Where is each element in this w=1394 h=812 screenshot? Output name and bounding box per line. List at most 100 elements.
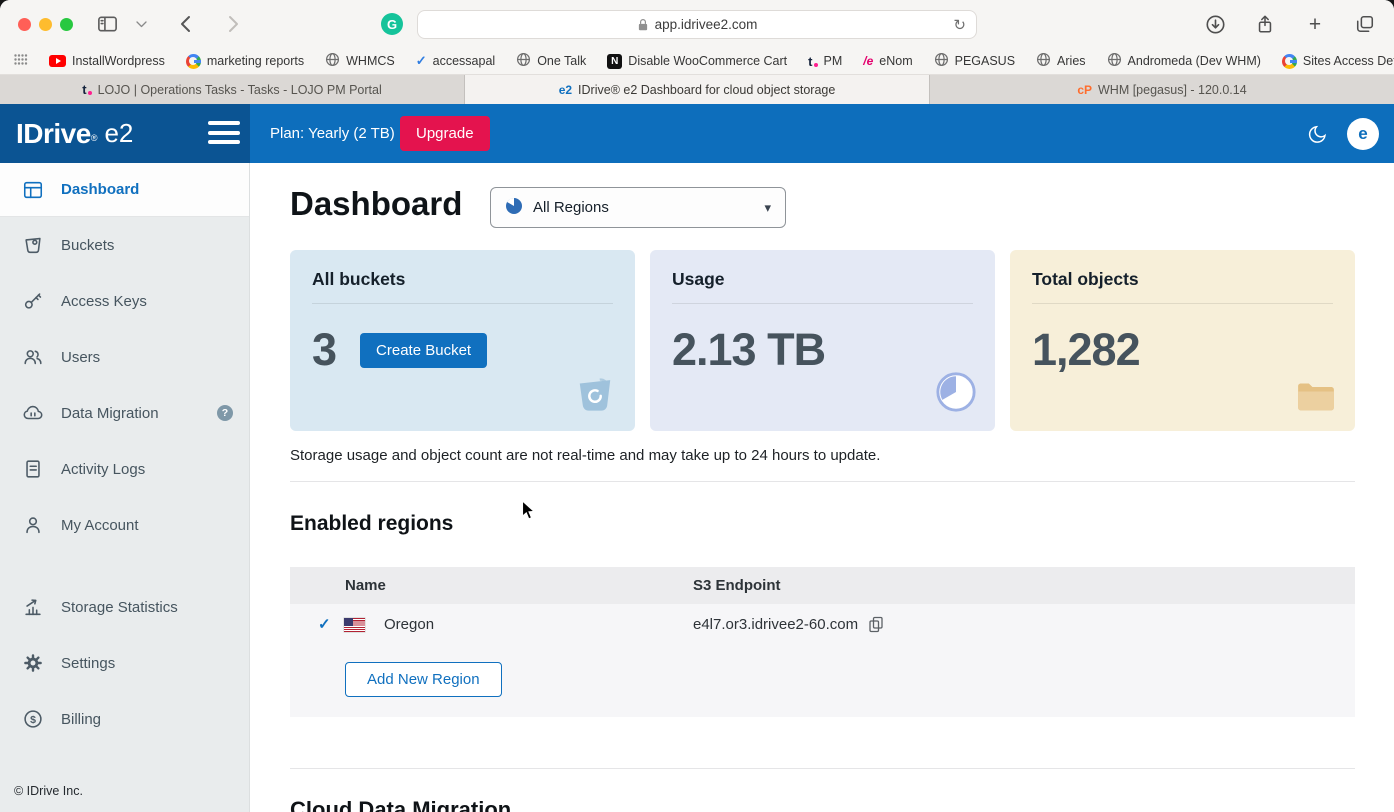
us-flag-icon (344, 618, 365, 632)
bookmark-item[interactable]: Andromeda (Dev WHM) (1107, 52, 1261, 70)
column-name: Name (290, 577, 693, 594)
google-icon (186, 54, 201, 69)
bookmark-item[interactable]: ✓ accessapal (416, 53, 495, 69)
pie-chart-icon (935, 371, 977, 418)
sidebar-item-settings[interactable]: Settings (0, 635, 249, 691)
add-new-region-button[interactable]: Add New Region (345, 662, 502, 697)
globe-icon (1107, 52, 1122, 70)
copy-icon[interactable] (868, 616, 884, 633)
account-avatar[interactable]: e (1347, 118, 1379, 150)
svg-text:$: $ (30, 714, 36, 726)
chevron-down-icon[interactable] (134, 11, 148, 37)
globe-icon (325, 52, 340, 70)
region-globe-icon (505, 197, 523, 219)
gear-icon (21, 652, 45, 674)
bookmark-item[interactable]: WHMCS (325, 52, 395, 70)
apps-grid-icon[interactable] (14, 54, 28, 68)
region-selector-value: All Regions (533, 199, 609, 216)
back-icon[interactable] (172, 11, 198, 37)
person-icon (21, 514, 45, 536)
tab-whm-pegasus[interactable]: cP WHM [pegasus] - 120.0.14 (930, 75, 1394, 104)
bookmarks-bar: InstallWordpress marketing reports WHMCS… (0, 48, 1394, 75)
cpanel-icon: cP (1077, 83, 1092, 97)
app-header: IDrive®e2 Plan: Yearly (2 TB) Upgrade e (0, 104, 1394, 163)
new-tab-icon[interactable]: + (1302, 11, 1328, 37)
cloud-icon (21, 402, 45, 424)
table-row: ✓ Oregon e4l7.or3.idrivee2-60.com (290, 604, 1355, 648)
sidebar-item-users[interactable]: Users (0, 329, 249, 385)
url-text: app.idrivee2.com (655, 17, 758, 32)
sidebar-item-dashboard[interactable]: Dashboard (0, 163, 249, 217)
dark-mode-icon[interactable] (1304, 121, 1330, 147)
address-bar[interactable]: app.idrivee2.com ↻ (417, 10, 977, 39)
users-icon (21, 346, 45, 368)
buckets-count: 3 (312, 324, 336, 376)
bookmark-item[interactable]: t PM (808, 54, 842, 69)
bookmark-item[interactable]: InstallWordpress (49, 54, 165, 68)
reload-icon[interactable]: ↻ (953, 16, 966, 34)
fullscreen-button[interactable] (60, 18, 73, 31)
create-bucket-button[interactable]: Create Bucket (360, 333, 487, 368)
sidebar-toggle-icon[interactable] (94, 11, 120, 37)
bookmark-item[interactable]: N Disable WooCommerce Cart (607, 54, 787, 69)
enom-icon: /e (863, 54, 873, 68)
sidebar-item-my-account[interactable]: My Account (0, 497, 249, 553)
plan-label: Plan: Yearly (2 TB) (270, 104, 395, 163)
card-usage: Usage 2.13 TB (650, 250, 995, 431)
copyright-text: © IDrive Inc. (14, 784, 83, 798)
globe-icon (934, 52, 949, 70)
enabled-regions-table: Name S3 Endpoint ✓ Oregon e4l7.or3.idriv… (290, 567, 1355, 717)
lock-icon (637, 18, 649, 32)
divider (290, 768, 1355, 769)
objects-count: 1,282 (1032, 324, 1140, 376)
teamwork-icon: t (808, 54, 817, 69)
usage-value: 2.13 TB (672, 324, 825, 376)
bookmark-item[interactable]: Aries (1036, 52, 1085, 70)
region-selector[interactable]: All Regions ▾ (490, 187, 786, 228)
table-header: Name S3 Endpoint (290, 567, 1355, 604)
notion-icon: N (607, 54, 622, 69)
bucket-illustration-icon (573, 373, 617, 418)
bookmark-item[interactable]: PEGASUS (934, 52, 1015, 70)
check-icon: ✓ (318, 615, 331, 633)
tab-lojo-pm[interactable]: t LOJO | Operations Tasks - Tasks - LOJO… (0, 75, 465, 104)
minimize-button[interactable] (39, 18, 52, 31)
dollar-icon: $ (21, 708, 45, 730)
tab-idrive-e2[interactable]: e2 IDrive® e2 Dashboard for cloud object… (465, 75, 930, 104)
document-icon (21, 458, 45, 480)
menu-toggle-icon[interactable] (208, 121, 240, 144)
bookmark-item[interactable]: /e eNom (863, 54, 912, 68)
page-title: Dashboard (290, 185, 462, 223)
folder-icon (1295, 379, 1337, 418)
browser-window: G app.idrivee2.com ↻ + (0, 0, 1394, 812)
globe-icon (516, 52, 531, 70)
card-title: Usage (672, 269, 973, 290)
downloads-icon[interactable] (1202, 11, 1228, 37)
sidebar-item-activity-logs[interactable]: Activity Logs (0, 441, 249, 497)
share-icon[interactable] (1252, 11, 1278, 37)
s3-endpoint-value: e4l7.or3.idrivee2-60.com (693, 616, 858, 633)
sidebar-item-data-migration[interactable]: Data Migration ? (0, 385, 249, 441)
sidebar-item-access-keys[interactable]: Access Keys (0, 273, 249, 329)
e2-icon: e2 (559, 83, 572, 97)
card-total-objects: Total objects 1,282 (1010, 250, 1355, 431)
tab-overview-icon[interactable] (1352, 11, 1378, 37)
chart-icon (21, 596, 45, 618)
sidebar-item-billing[interactable]: $ Billing (0, 691, 249, 747)
sidebar-item-buckets[interactable]: Buckets (0, 217, 249, 273)
tab-bar: t LOJO | Operations Tasks - Tasks - LOJO… (0, 75, 1394, 104)
bookmark-item[interactable]: Sites Access Details (1282, 54, 1394, 69)
help-badge[interactable]: ? (217, 405, 233, 421)
main-content: Dashboard All Regions ▾ All buckets 3 Cr… (250, 163, 1394, 812)
bookmark-item[interactable]: marketing reports (186, 54, 304, 69)
forward-icon[interactable] (220, 11, 246, 37)
teamwork-icon: t (82, 82, 91, 97)
youtube-icon (49, 55, 66, 67)
close-button[interactable] (18, 18, 31, 31)
browser-toolbar: G app.idrivee2.com ↻ + (0, 0, 1394, 48)
key-icon (21, 290, 45, 312)
bookmark-item[interactable]: One Talk (516, 52, 586, 70)
sidebar-item-storage-statistics[interactable]: Storage Statistics (0, 579, 249, 635)
grammarly-icon[interactable]: G (381, 13, 403, 35)
upgrade-button[interactable]: Upgrade (400, 116, 490, 151)
